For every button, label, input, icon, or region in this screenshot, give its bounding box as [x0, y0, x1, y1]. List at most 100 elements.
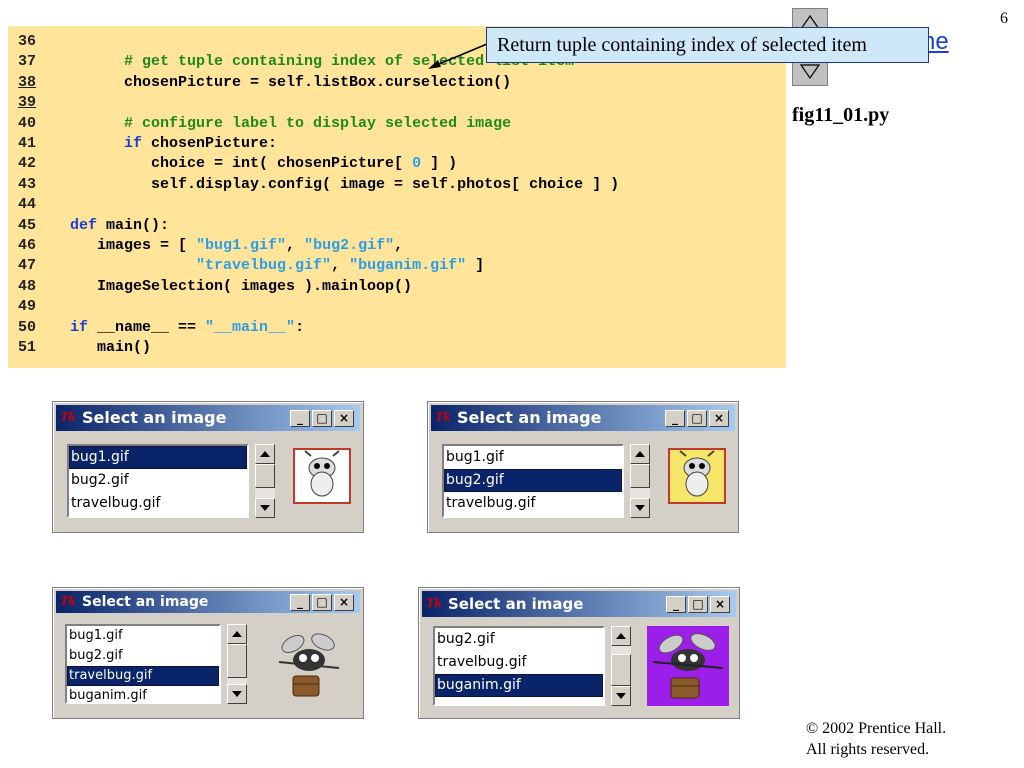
bug1-image: [293, 448, 351, 504]
listbox-scrollbar[interactable]: [227, 624, 247, 704]
window-titlebar[interactable]: Tk Select an image _ □ ×: [56, 591, 360, 613]
code-text: self.display.config( image = self.photos…: [70, 175, 620, 193]
copyright-line: All rights reserved.: [806, 741, 930, 758]
image-listbox[interactable]: bug1.gif bug2.gif travelbug.gif: [67, 444, 249, 518]
close-button[interactable]: ×: [709, 410, 729, 427]
listbox-item[interactable]: buganim.gif: [435, 674, 603, 697]
arrow-down-icon: [616, 693, 626, 699]
scroll-thumb[interactable]: [227, 644, 247, 678]
listbox-item[interactable]: travelbug.gif: [69, 492, 247, 515]
close-button[interactable]: ×: [710, 596, 730, 613]
arrow-down-icon: [635, 505, 645, 511]
line-number: 48: [18, 277, 37, 295]
close-button[interactable]: ×: [334, 594, 354, 611]
minimize-button[interactable]: _: [665, 410, 685, 427]
listbox-item[interactable]: travelbug.gif: [435, 651, 603, 674]
line-number: 39: [18, 94, 37, 112]
line-number: 38: [18, 73, 37, 91]
window-title: Select an image: [448, 595, 584, 613]
page-number: 6: [1000, 10, 1008, 27]
scroll-up-button[interactable]: [611, 626, 631, 646]
copyright-notice: © 2002 Prentice Hall. All rights reserve…: [806, 718, 946, 760]
close-button[interactable]: ×: [334, 410, 354, 427]
scroll-thumb[interactable]: [611, 654, 631, 686]
code-text: images = [ "bug1.gif", "bug2.gif",: [70, 237, 404, 254]
code-listing: 36 37 # get tuple containing index of sel…: [8, 26, 786, 368]
listbox-item[interactable]: bug2.gif: [67, 646, 219, 666]
arrow-up-icon: [260, 451, 270, 457]
code-text: # configure label to display selected im…: [124, 114, 512, 132]
code-text: main(): [70, 339, 152, 356]
arrow-up-icon: [635, 451, 645, 457]
scroll-thumb[interactable]: [255, 464, 275, 488]
listbox-item[interactable]: bug1.gif: [67, 626, 219, 646]
minimize-button[interactable]: _: [666, 596, 686, 613]
scroll-thumb[interactable]: [630, 464, 650, 488]
listbox-item[interactable]: travelbug.gif: [67, 666, 219, 686]
tk-feather-icon: Tk: [426, 596, 442, 611]
line-number: 37: [18, 53, 37, 71]
scroll-up-button[interactable]: [227, 624, 247, 644]
tk-feather-icon: Tk: [60, 410, 76, 425]
code-text: def main():: [70, 216, 170, 234]
code-text: "travelbug.gif", "buganim.gif" ]: [196, 257, 485, 275]
listbox-item[interactable]: bug2.gif: [435, 628, 603, 651]
minimize-button[interactable]: _: [290, 594, 310, 611]
minimize-button[interactable]: _: [290, 410, 310, 427]
arrow-down-icon: [260, 505, 270, 511]
listbox-item[interactable]: bug1.gif: [69, 446, 247, 469]
window-titlebar[interactable]: Tk Select an image _ □ ×: [56, 405, 360, 431]
listbox-scrollbar[interactable]: [611, 626, 631, 706]
listbox-item[interactable]: travelbug.gif: [444, 492, 622, 515]
tk-window: Tk Select an image _ □ × bug1.gif bug2.gi…: [427, 401, 739, 533]
listbox-item[interactable]: bug2.gif: [444, 469, 622, 492]
arrow-up-icon: [232, 631, 242, 637]
window-title: Select an image: [82, 594, 209, 610]
tk-window: Tk Select an image _ □ × bug1.gif bug2.gi…: [52, 587, 364, 719]
line-number: 51: [18, 339, 37, 356]
listbox-scrollbar[interactable]: [255, 444, 275, 518]
code-text: ImageSelection( images ).mainloop(): [70, 277, 413, 295]
maximize-button[interactable]: □: [312, 410, 332, 427]
tk-window: Tk Select an image _ □ × bug2.gif travelb…: [418, 587, 740, 719]
image-listbox[interactable]: bug1.gif bug2.gif travelbug.gif buganim.gif: [65, 624, 221, 704]
listbox-item[interactable]: buganim.gif: [67, 686, 219, 702]
line-number: 47: [18, 257, 37, 275]
line-number: 40: [18, 114, 37, 132]
scroll-up-button[interactable]: [255, 444, 275, 464]
maximize-button[interactable]: □: [312, 594, 332, 611]
image-listbox[interactable]: bug1.gif bug2.gif travelbug.gif: [442, 444, 624, 518]
scroll-down-button[interactable]: [255, 498, 275, 518]
line-number: 41: [18, 135, 37, 152]
window-title: Select an image: [457, 408, 602, 427]
callout-box: Return tuple containing index of selecte…: [486, 27, 929, 63]
line-number: 46: [18, 237, 37, 254]
arrow-down-icon: [232, 691, 242, 697]
scroll-down-button[interactable]: [611, 686, 631, 706]
line-number: 43: [18, 175, 37, 193]
line-number: 44: [18, 196, 37, 214]
window-title: Select an image: [82, 408, 227, 427]
line-number: 50: [18, 318, 37, 336]
maximize-button[interactable]: □: [687, 410, 707, 427]
triangle-down-icon: [800, 64, 820, 80]
scroll-down-button[interactable]: [227, 684, 247, 704]
tk-feather-icon: Tk: [435, 410, 451, 425]
scroll-up-button[interactable]: [630, 444, 650, 464]
arrow-up-icon: [616, 633, 626, 639]
maximize-button[interactable]: □: [688, 596, 708, 613]
window-titlebar[interactable]: Tk Select an image _ □ ×: [431, 405, 735, 431]
window-titlebar[interactable]: Tk Select an image _ □ ×: [422, 591, 736, 617]
line-number: 36: [18, 33, 37, 50]
listbox-item[interactable]: bug1.gif: [444, 446, 622, 469]
scroll-down-button[interactable]: [630, 498, 650, 518]
listbox-item[interactable]: bug2.gif: [69, 469, 247, 492]
image-listbox[interactable]: bug2.gif travelbug.gif buganim.gif: [433, 626, 605, 706]
listbox-scrollbar[interactable]: [630, 444, 650, 518]
buganim-image: [647, 626, 729, 706]
line-number: 42: [18, 155, 37, 173]
copyright-line: © 2002 Prentice Hall.: [806, 720, 947, 737]
tk-window: Tk Select an image _ □ × bug1.gif bug2.gi…: [52, 401, 364, 533]
line-number: 45: [18, 216, 37, 234]
travelbug-image: [271, 628, 347, 704]
